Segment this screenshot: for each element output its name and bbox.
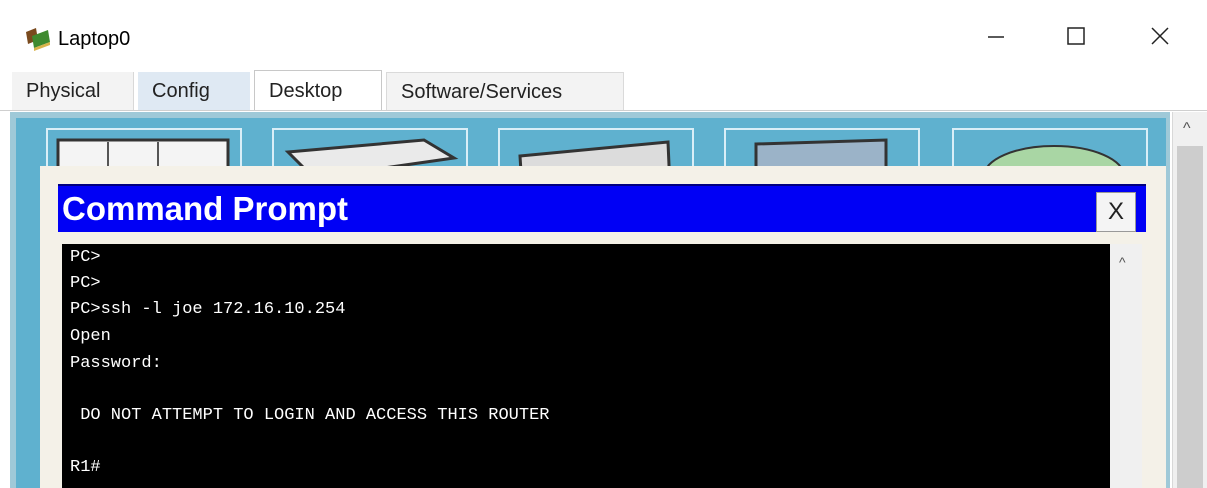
tab-physical[interactable]: Physical [12, 72, 134, 110]
tab-bar: Physical Config Desktop Software/Service… [0, 70, 1207, 111]
tab-software-services[interactable]: Software/Services [386, 72, 624, 110]
scroll-up-icon[interactable]: ^ [1183, 120, 1191, 138]
close-button[interactable] [1134, 16, 1186, 60]
tab-config[interactable]: Config [138, 72, 250, 110]
scroll-thumb[interactable] [1177, 146, 1203, 488]
terminal-line: PC> [70, 248, 101, 267]
laptop-app-icon [22, 26, 52, 52]
maximize-button[interactable] [1050, 16, 1102, 60]
minimize-button[interactable] [970, 16, 1022, 60]
window-title-bar: Laptop0 [0, 0, 1207, 72]
desktop-scrollbar[interactable]: ^ [1172, 112, 1207, 488]
command-prompt-title: Command Prompt [62, 190, 349, 227]
command-prompt-close-button[interactable]: X [1096, 192, 1136, 232]
window-title: Laptop0 [58, 28, 131, 50]
maximize-icon [1066, 26, 1086, 51]
close-icon [1150, 26, 1170, 51]
terminal-line: PC> [70, 274, 101, 293]
terminal-output[interactable]: PC> PC> PC>ssh -l joe 172.16.10.254 Open… [62, 244, 1110, 488]
terminal-line: R1# [70, 458, 101, 477]
scroll-up-icon[interactable]: ^ [1119, 254, 1126, 270]
terminal-scrollbar[interactable]: ^ [1110, 244, 1142, 488]
terminal-line: PC>ssh -l joe 172.16.10.254 [70, 300, 346, 319]
terminal-line: DO NOT ATTEMPT TO LOGIN AND ACCESS THIS … [70, 406, 550, 425]
terminal-line: Open [70, 327, 111, 346]
minimize-icon [987, 27, 1005, 50]
terminal-line: Password: [70, 354, 162, 373]
tab-desktop[interactable]: Desktop [254, 70, 382, 110]
command-prompt-title-bar: Command Prompt [58, 184, 1146, 232]
